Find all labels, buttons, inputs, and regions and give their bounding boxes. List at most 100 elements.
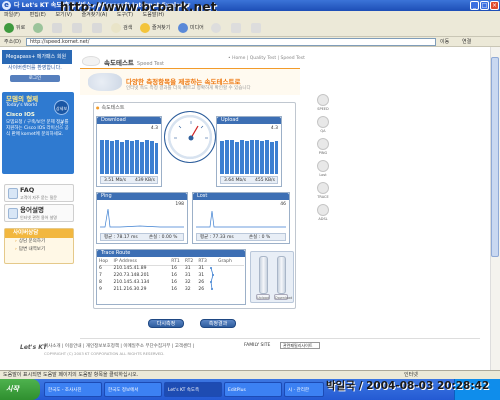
trace-menu-icon[interactable]: TRACE xyxy=(312,182,334,199)
ping-chart: Ping 198 평균 : 78.17 ms 손실 : 0.00 % xyxy=(96,192,188,244)
footer-logo: Let's KT xyxy=(20,344,47,351)
footer-links[interactable]: 회사소개 | 이용안내 | 개인정보보호정책 | 이메일주소 무단수집거부 | … xyxy=(44,343,194,349)
consult-ask-link[interactable]: 상담 문의하기 xyxy=(5,238,73,246)
upload-bytes: 455 KB/s xyxy=(255,178,275,183)
favorites-button[interactable]: 즐겨찾기 xyxy=(139,20,171,37)
home-button[interactable] xyxy=(91,20,104,37)
ping-line xyxy=(100,208,184,228)
cell-ip: 220.73.148.201 xyxy=(113,273,150,278)
adsl-menu-icon[interactable]: ADSL xyxy=(312,204,334,221)
breadcrumb[interactable]: • Home | Quality Test | Speed Test xyxy=(228,56,305,61)
lost-menu-icon[interactable]: Lost xyxy=(312,160,334,177)
upload-readout: 3.64 Mb/s 455 KB/s xyxy=(220,176,278,184)
upload-speed: 3.64 Mb/s xyxy=(224,178,247,183)
go-button[interactable]: 이동 xyxy=(440,38,449,46)
menu-file[interactable]: 파일(F) xyxy=(4,12,20,18)
forward-arrow-icon xyxy=(32,22,43,33)
cell-ip: 210.145.43.134 xyxy=(113,280,150,285)
cyber-consult-box: 사이버상담 상담 문의하기 답변 내역보기 xyxy=(4,228,74,264)
speed-gauge xyxy=(164,111,216,163)
task-item[interactable]: 시 - 관리한 xyxy=(284,382,324,397)
glossary-link[interactable]: 용어설명 인터넷 관련 용어 설명 xyxy=(4,204,74,222)
history-icon xyxy=(211,22,222,33)
qa-menu-icon[interactable]: QA xyxy=(312,116,334,133)
consult-title: 사이버상담 xyxy=(5,229,73,238)
menu-favorites[interactable]: 즐겨찾기(A) xyxy=(82,12,108,18)
minimize-button[interactable]: _ xyxy=(470,1,479,10)
author-timestamp: 박일국 / 2004-08-03 20:28:42 xyxy=(326,380,490,392)
menu-edit[interactable]: 편집(E) xyxy=(30,12,46,18)
result-button[interactable]: 측정결과 xyxy=(200,319,236,328)
cell-rt2: 31 xyxy=(184,266,191,272)
stop-icon xyxy=(52,22,63,33)
toolbar: 뒤로 검색 즐겨찾기 미디어 xyxy=(0,20,500,37)
task-item[interactable]: EditPlus xyxy=(224,382,282,397)
upload-bars xyxy=(220,140,278,174)
lost-avg: 평균 : 77.33 ms xyxy=(200,235,234,240)
close-button[interactable]: × xyxy=(490,1,499,10)
refresh-button[interactable] xyxy=(71,20,84,37)
menu-help[interactable]: 도움말(H) xyxy=(143,12,164,18)
print-icon xyxy=(250,22,261,33)
forward-button[interactable] xyxy=(32,20,45,37)
promo-more-badge[interactable]: 상세보기 xyxy=(54,100,69,126)
cell-rt1: 16 xyxy=(171,273,177,278)
faq-link[interactable]: FAQ 고객이 자주 묻는 질문 xyxy=(4,184,74,202)
stop-button[interactable] xyxy=(52,20,64,37)
search-button[interactable]: 검색 xyxy=(111,20,132,37)
glossary-sub: 인터넷 관련 용어 설명 xyxy=(20,215,57,220)
cell-rt2: 31 xyxy=(184,273,191,278)
gauge-needle xyxy=(174,121,208,141)
menu-tools[interactable]: 도구(T) xyxy=(117,12,133,18)
back-button[interactable]: 뒤로 xyxy=(4,20,25,37)
cell-rt2: 32 xyxy=(184,280,191,285)
faq-title: FAQ xyxy=(20,186,35,194)
cell-hop: 6 xyxy=(99,266,102,272)
lost-line xyxy=(196,210,286,228)
upload-label: Upload xyxy=(217,117,281,124)
history-button[interactable] xyxy=(211,20,223,37)
test-menu-icons: SPEED QA PING Lost TRACE ADSL xyxy=(312,94,334,224)
cell-rt1: 16 xyxy=(171,280,177,285)
speed-menu-icon[interactable]: SPEED xyxy=(312,94,334,111)
download-label: Download xyxy=(97,117,161,124)
adsl-menu-label: ADSL xyxy=(318,217,328,221)
download-readout: 3.51 Mb/s 439 KB/s xyxy=(100,176,158,184)
speed-menu-label: SPEED xyxy=(317,107,329,111)
ping-loss: 손실 : 0.00 % xyxy=(149,235,178,240)
page-title-ko: 속도테스트 xyxy=(104,59,134,67)
page-title: 속도테스트 Speed Test xyxy=(104,57,164,67)
links-label[interactable]: 연결 xyxy=(462,37,471,47)
lost-readout: 평균 : 77.33 ms 손실 : 0 % xyxy=(196,233,286,241)
print-button[interactable] xyxy=(250,20,263,37)
favorites-label: 즐겨찾기 xyxy=(151,25,171,31)
download-speed: 3.51 Mb/s xyxy=(104,178,127,183)
task-item[interactable]: 한국도 정보에서 xyxy=(104,382,162,397)
start-button[interactable]: 시작 xyxy=(0,379,40,400)
back-label: 뒤로 xyxy=(16,25,26,31)
member-header: Megapass+ 메가패스 회원 xyxy=(2,50,72,64)
family-site-label: FAMILY SITE xyxy=(244,343,271,348)
maximize-button[interactable]: □ xyxy=(480,1,489,10)
lost-label: Lost xyxy=(193,193,289,200)
media-icon xyxy=(177,22,188,33)
trace-label: Trace Route xyxy=(97,250,245,257)
ping-avg: 평균 : 78.17 ms xyxy=(104,235,138,240)
task-item-active[interactable]: Let's KT 속도측 xyxy=(164,382,222,397)
retest-button[interactable]: 다시측정 xyxy=(148,319,184,328)
back-arrow-icon xyxy=(4,22,14,33)
media-button[interactable]: 미디어 xyxy=(177,20,204,37)
login-button[interactable]: 로그인 xyxy=(10,75,60,82)
family-site-select[interactable]: 관련패밀리사이트 xyxy=(280,342,320,349)
task-item[interactable]: 한국도 - 조사사진 xyxy=(44,382,102,397)
scrollbar-thumb[interactable] xyxy=(491,57,499,257)
cell-rt2: 32 xyxy=(184,287,191,292)
menu-view[interactable]: 보기(V) xyxy=(55,12,72,18)
mail-button[interactable] xyxy=(230,20,243,37)
consult-history-link[interactable]: 답변 내역보기 xyxy=(5,246,73,254)
banner-image xyxy=(88,73,122,91)
download-bars xyxy=(100,140,158,174)
url-input[interactable]: http://speed.kornet.net/ xyxy=(26,38,436,46)
cell-rt1: 16 xyxy=(171,266,177,272)
ping-menu-icon[interactable]: PING xyxy=(312,138,334,155)
